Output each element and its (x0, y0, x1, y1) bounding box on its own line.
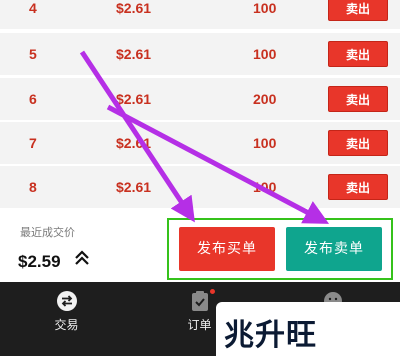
sell-button[interactable]: 卖出 (328, 174, 388, 200)
tab-trade[interactable]: 交易 (0, 282, 133, 356)
order-index: 8 (29, 179, 37, 195)
swap-icon (56, 291, 77, 311)
chevron-up-double-icon (75, 250, 89, 265)
action-panel: 最近成交价 $2.59 发布买单 发布卖单 (0, 212, 400, 282)
notification-badge (209, 288, 216, 295)
publish-buy-order-button[interactable]: 发布买单 (179, 227, 275, 271)
order-row: 7 $2.61 100 卖出 (0, 122, 400, 166)
sell-button[interactable]: 卖出 (328, 86, 388, 112)
sell-button[interactable]: 卖出 (328, 41, 388, 67)
order-index: 4 (29, 0, 37, 16)
tab-label: 交易 (54, 318, 79, 332)
order-quantity: 100 (253, 0, 277, 16)
order-price: $2.61 (116, 0, 152, 16)
order-index: 5 (29, 46, 37, 62)
watermark: 兆升旺 (216, 302, 400, 356)
last-price-value: $2.59 (18, 252, 61, 271)
order-quantity: 100 (253, 179, 277, 195)
order-row: 6 $2.61 200 卖出 (0, 78, 400, 122)
publish-sell-order-button[interactable]: 发布卖单 (286, 227, 382, 271)
order-quantity: 200 (253, 91, 277, 107)
clipboard-check-icon (191, 291, 208, 311)
last-price-label: 最近成交价 (20, 226, 75, 239)
order-quantity: 100 (253, 135, 277, 151)
sell-button[interactable]: 卖出 (328, 130, 388, 156)
sell-button[interactable]: 卖出 (328, 0, 388, 21)
order-price: $2.61 (116, 179, 152, 195)
watermark-text: 兆升旺 (224, 318, 317, 353)
order-index: 6 (29, 91, 37, 107)
order-index: 7 (29, 135, 37, 151)
order-price: $2.61 (116, 46, 152, 62)
order-row: 8 $2.61 100 卖出 (0, 166, 400, 210)
order-row: 4 $2.61 100 卖出 (0, 0, 400, 31)
order-price: $2.61 (116, 91, 152, 107)
order-row: 5 $2.61 100 卖出 (0, 33, 400, 77)
order-price: $2.61 (116, 135, 152, 151)
order-quantity: 100 (253, 46, 277, 62)
